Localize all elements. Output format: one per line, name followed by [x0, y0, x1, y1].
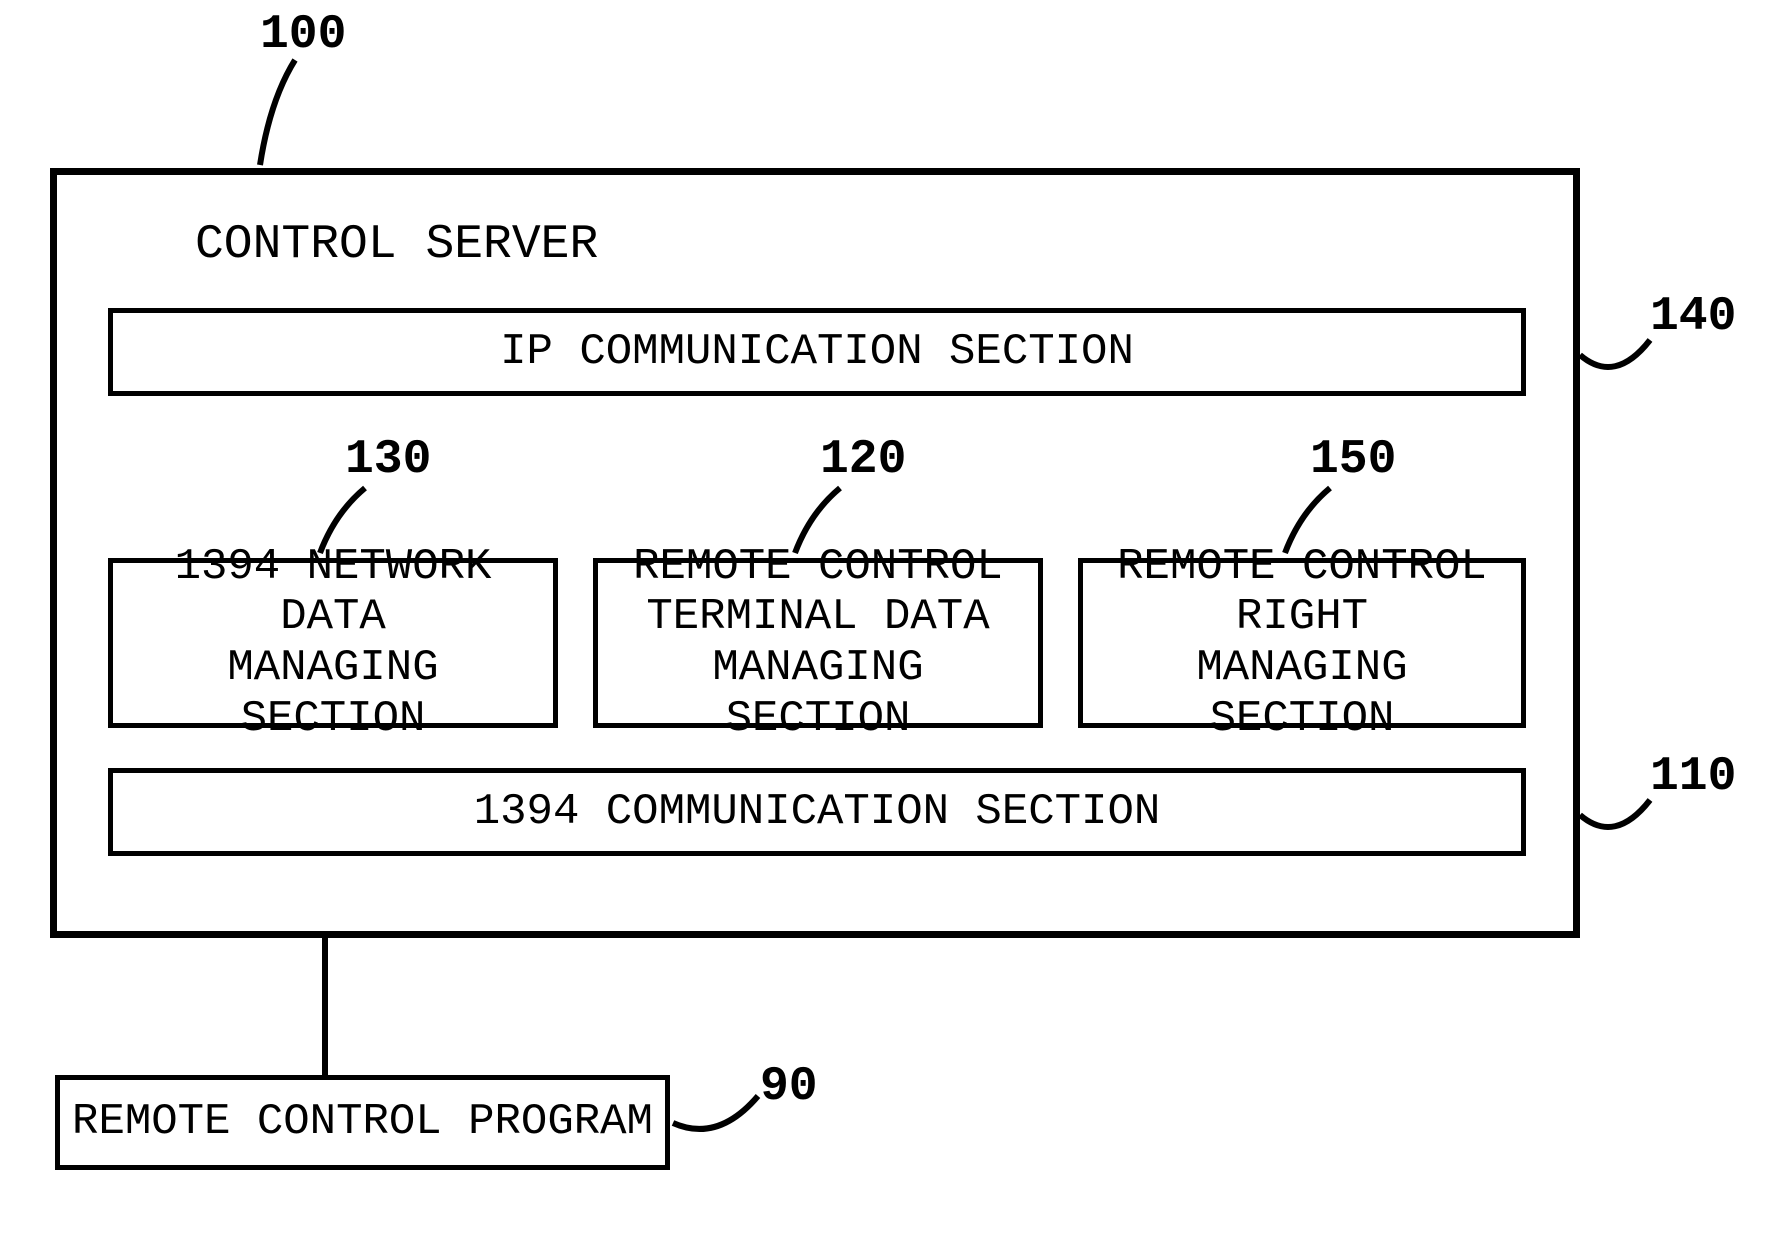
lead-line-90 — [668, 1088, 768, 1148]
control-server-title: CONTROL SERVER — [195, 218, 598, 272]
connector-line — [322, 938, 328, 1078]
lead-line-100 — [250, 55, 330, 185]
communication-1394-section: 1394 COMMUNICATION SECTION — [108, 768, 1526, 856]
ref-100: 100 — [260, 8, 346, 62]
ref-150: 150 — [1310, 433, 1396, 487]
ref-130: 130 — [345, 433, 431, 487]
terminal-data-managing-section: REMOTE CONTROL TERMINAL DATA MANAGING SE… — [593, 558, 1043, 728]
ip-communication-section: IP COMMUNICATION SECTION — [108, 308, 1526, 396]
ref-90: 90 — [760, 1060, 818, 1114]
remote-control-program: REMOTE CONTROL PROGRAM — [55, 1075, 670, 1170]
ref-120: 120 — [820, 433, 906, 487]
lead-line-140 — [1575, 330, 1665, 390]
network-data-managing-section: 1394 NETWORK DATA MANAGING SECTION — [108, 558, 558, 728]
right-managing-section: REMOTE CONTROL RIGHT MANAGING SECTION — [1078, 558, 1526, 728]
lead-line-110 — [1575, 790, 1665, 850]
